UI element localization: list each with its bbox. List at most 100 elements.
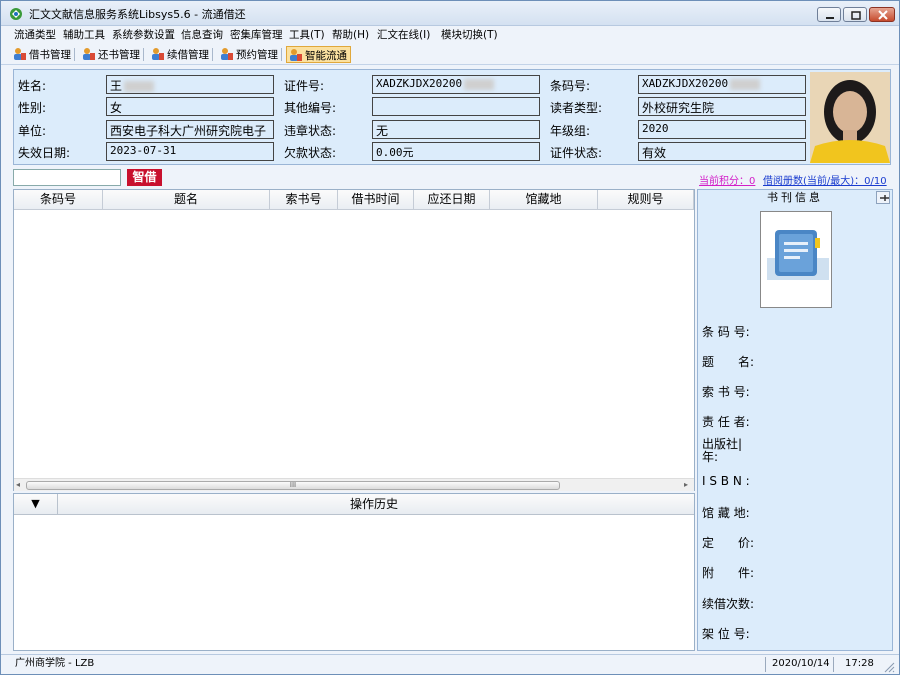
col-location[interactable]: 馆藏地	[490, 190, 598, 210]
scroll-left-icon[interactable]: ◂	[16, 480, 20, 489]
col-title[interactable]: 题名	[103, 190, 270, 210]
book-info-header: 书刊信息	[767, 191, 823, 204]
menu-circulation-type[interactable]: 流通类型	[14, 27, 56, 42]
col-call-number[interactable]: 索书号	[270, 190, 338, 210]
unit-label: 单位:	[18, 124, 47, 138]
pin-icon	[880, 195, 889, 201]
toolbar-smart-circulation[interactable]: 智能流通	[286, 46, 351, 63]
toolbar-reserve-manage[interactable]: 预约管理	[218, 46, 278, 63]
toolbar-label: 借书管理	[29, 49, 71, 61]
close-button[interactable]	[869, 7, 895, 22]
field-price: 定 价:	[702, 536, 755, 550]
field-call-number: 索 书 号:	[702, 385, 750, 399]
barcode-field: XADZKJDX20200	[638, 75, 806, 94]
menu-tools[interactable]: 工具(T)	[289, 27, 325, 42]
pin-button[interactable]	[876, 191, 890, 204]
book-info-panel: 书刊信息 条 码 号: 题 名: 索 书 号: 责 任 者: 出版社|年: I …	[697, 189, 893, 651]
menu-info-query[interactable]: 信息查询	[181, 27, 223, 42]
status-bar: 广州商学院 - LZB 2020/10/14 17:28	[1, 654, 899, 674]
smart-borrow-button[interactable]: 智借	[127, 169, 162, 186]
toolbar-separator	[212, 48, 213, 61]
toolbar-label: 预约管理	[236, 49, 278, 61]
user-book-icon	[152, 48, 164, 60]
history-title: 操作历史	[349, 497, 398, 511]
menu-aux-tools[interactable]: 辅助工具	[63, 27, 105, 42]
name-label: 姓名:	[18, 79, 47, 93]
book-cover	[760, 211, 832, 308]
user-book-icon	[221, 48, 233, 60]
barcode-input[interactable]	[13, 169, 121, 186]
expire-field: 2023-07-31	[106, 142, 274, 161]
window-title: 汇文文献信息服务系统Libsys5.6 - 流通借还	[29, 8, 246, 21]
debt-label: 欠款状态:	[284, 146, 337, 160]
field-attachment: 附 件:	[702, 566, 755, 580]
id-no-label: 证件号:	[284, 79, 325, 93]
violation-label: 违章状态:	[284, 124, 337, 138]
toolbar-borrow-manage[interactable]: 借书管理	[11, 46, 71, 63]
col-borrow-time[interactable]: 借书时间	[338, 190, 414, 210]
status-separator	[765, 657, 766, 672]
other-no-label: 其他编号:	[284, 101, 337, 115]
main-window: 汇文文献信息服务系统Libsys5.6 - 流通借还 流通类型 辅助工具 系统参…	[0, 0, 900, 675]
borrow-row: 智借 当前积分：0 借阅册数(当前/最大)：0/10	[13, 169, 891, 187]
toolbar-separator	[143, 48, 144, 61]
user-book-icon	[14, 48, 26, 60]
menu-dense-storage[interactable]: 密集库管理	[230, 27, 283, 42]
title-bar: 汇文文献信息服务系统Libsys5.6 - 流通借还	[1, 1, 899, 26]
toolbar-return-manage[interactable]: 还书管理	[80, 46, 140, 63]
user-book-icon	[290, 49, 302, 61]
other-no-field	[372, 97, 540, 116]
toolbar-renew-manage[interactable]: 续借管理	[149, 46, 209, 63]
field-author: 责 任 者:	[702, 415, 750, 429]
toolbar-label: 续借管理	[167, 49, 209, 61]
close-icon	[878, 10, 888, 20]
book-placeholder-icon	[767, 230, 829, 280]
menu-help[interactable]: 帮助(H)	[332, 27, 369, 42]
resize-grip-icon[interactable]	[883, 661, 895, 673]
history-header: ▼ 操作历史	[14, 494, 694, 515]
field-publisher-year: 出版社|年:	[702, 437, 743, 464]
unit-field: 西安电子科大广州研究院电子	[106, 120, 274, 139]
toolbar-separator	[74, 48, 75, 61]
user-book-icon	[83, 48, 95, 60]
barcode-label: 条码号:	[550, 79, 591, 93]
field-title: 题 名:	[702, 355, 755, 369]
maximize-button[interactable]	[843, 7, 867, 22]
scroll-right-icon[interactable]: ▸	[684, 480, 688, 489]
col-rule-no[interactable]: 规则号	[598, 190, 694, 210]
reader-type-field: 外校研究生院	[638, 97, 806, 116]
collapse-toggle-icon[interactable]: ▼	[14, 494, 58, 514]
horizontal-scrollbar[interactable]: ◂ III ▸	[14, 478, 694, 491]
app-logo-icon	[10, 8, 22, 20]
col-barcode[interactable]: 条码号	[14, 190, 103, 210]
grade-field: 2020	[638, 120, 806, 139]
gender-label: 性别:	[18, 101, 47, 115]
menu-system-params[interactable]: 系统参数设置	[112, 27, 175, 42]
reader-info-panel: 姓名: 王 证件号: XADZKJDX20200 条码号: XADZKJDX20…	[13, 69, 891, 165]
cert-status-field: 有效	[638, 142, 806, 161]
status-separator	[833, 657, 834, 672]
expire-label: 失效日期:	[18, 146, 71, 160]
violation-field: 无	[372, 120, 540, 139]
minimize-icon	[826, 17, 834, 19]
reader-photo	[810, 72, 890, 163]
current-points-link[interactable]: 当前积分：0	[699, 172, 755, 187]
col-due-date[interactable]: 应还日期	[414, 190, 490, 210]
menu-huiwen-online[interactable]: 汇文在线(I)	[377, 27, 430, 42]
toolbar-label: 智能流通	[305, 50, 347, 62]
borrow-count-link[interactable]: 借阅册数(当前/最大)：0/10	[763, 172, 887, 187]
field-location: 馆 藏 地:	[702, 506, 750, 520]
minimize-button[interactable]	[817, 7, 841, 22]
grade-label: 年级组:	[550, 124, 591, 138]
field-renew-count: 续借次数:	[702, 597, 755, 611]
scroll-thumb[interactable]: III	[26, 481, 560, 490]
menu-module-switch[interactable]: 模块切换(T)	[441, 27, 498, 42]
status-library: 广州商学院 - LZB	[15, 658, 95, 669]
field-isbn: I S B N :	[702, 474, 750, 488]
name-field: 王	[106, 75, 274, 94]
maximize-icon	[851, 11, 861, 20]
loans-table: 条码号 题名 索书号 借书时间 应还日期 馆藏地 规则号 ◂ III ▸	[13, 189, 695, 491]
status-date: 2020/10/14	[772, 658, 830, 669]
operation-history-panel: ▼ 操作历史	[13, 493, 695, 651]
menu-bar: 流通类型 辅助工具 系统参数设置 信息查询 密集库管理 工具(T) 帮助(H) …	[1, 26, 899, 43]
